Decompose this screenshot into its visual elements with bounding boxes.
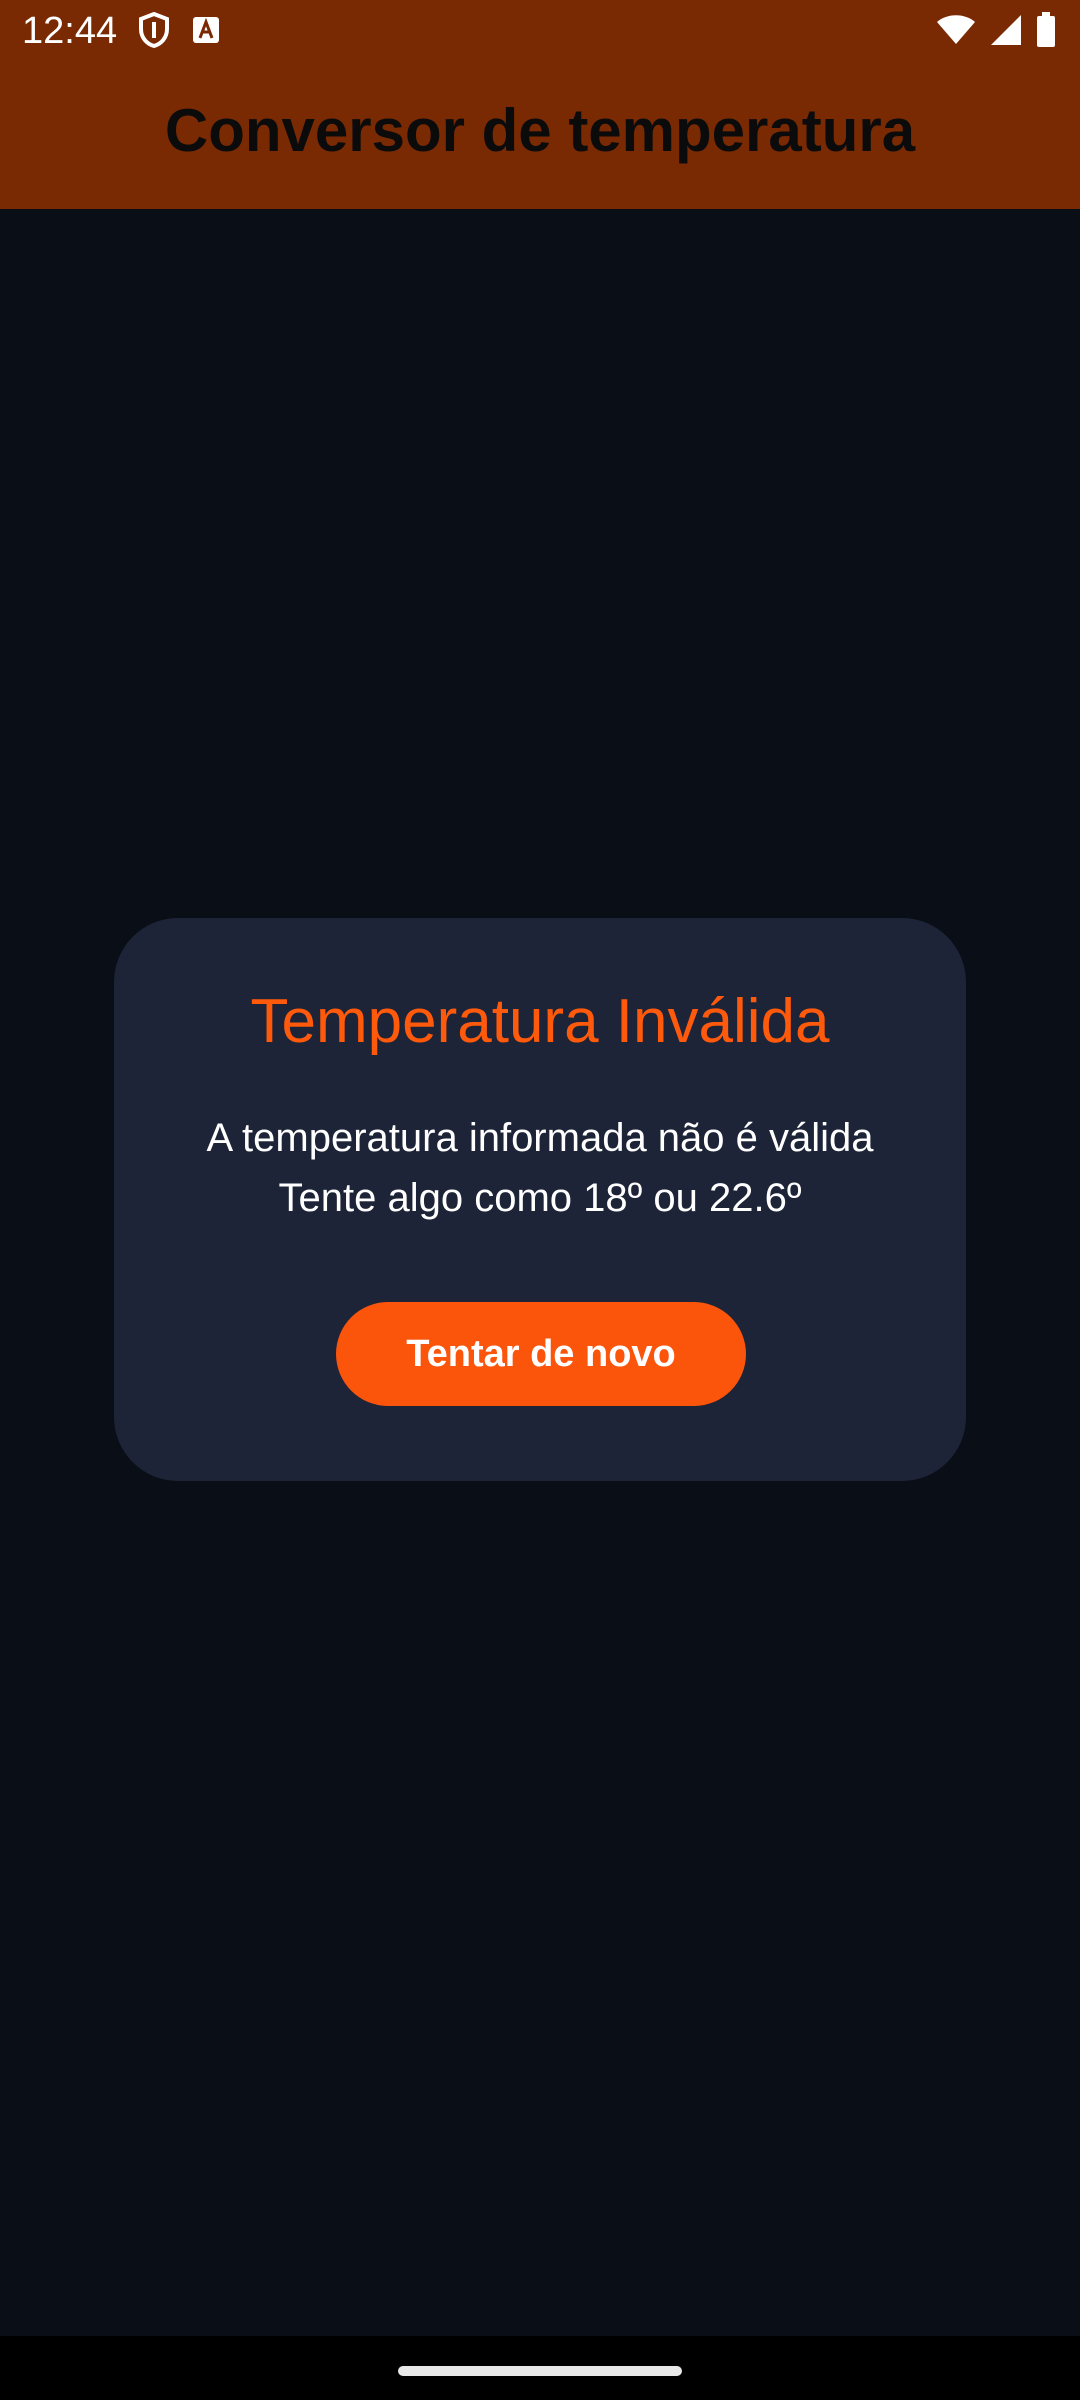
dialog-message-line-2: Tente algo como 18º ou 22.6º [278,1176,802,1220]
signal-icon [990,14,1022,46]
home-indicator[interactable] [398,2366,682,2376]
dialog-message: A temperatura informada não é válida Ten… [114,1108,966,1228]
wifi-icon [936,14,976,46]
status-time: 12:44 [22,10,118,52]
battery-icon [1036,12,1056,48]
font-a-icon [192,16,220,44]
dialog-title: Temperatura Inválida [250,987,830,1056]
dialog-message-line-1: A temperatura informada não é válida [206,1116,874,1160]
navigation-bar [0,2336,1080,2400]
try-again-button[interactable]: Tentar de novo [336,1302,746,1406]
app-bar: 12:44 Conversor de temperatura [0,0,1080,209]
status-right-icons [936,12,1056,48]
app-title: Conversor de temperatura [164,97,916,164]
status-left-icons [138,12,220,48]
invalid-temperature-dialog: Temperatura Inválida A temperatura infor… [114,918,966,1481]
shield-icon [138,12,170,48]
